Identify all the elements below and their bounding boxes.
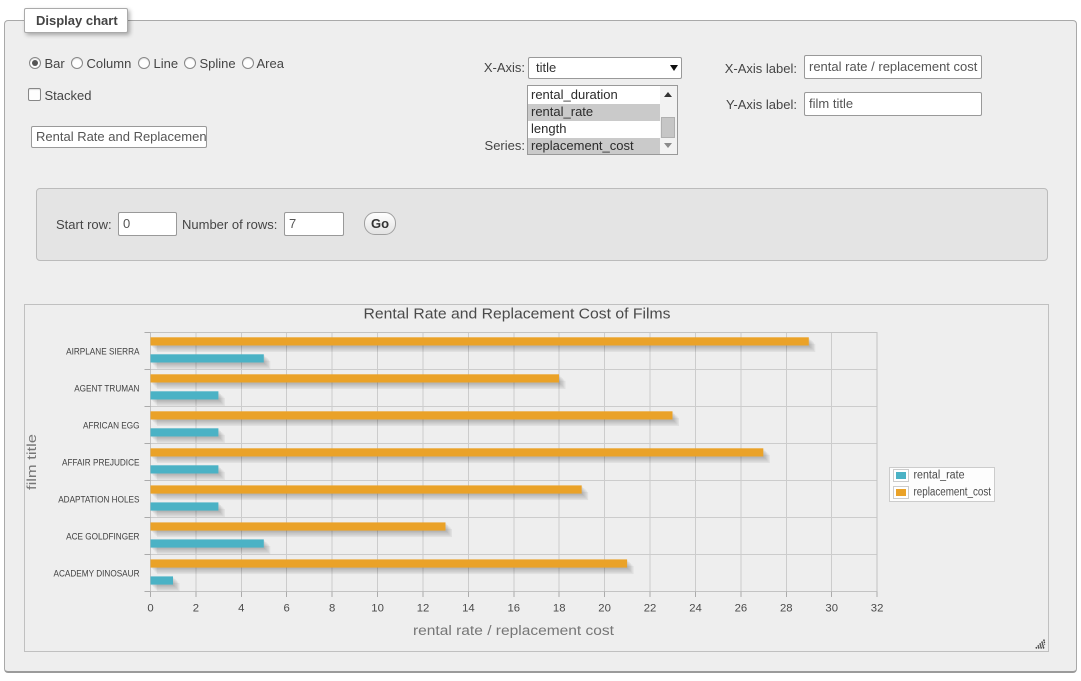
svg-text:AFRICAN EGG: AFRICAN EGG	[83, 420, 140, 431]
svg-text:ACADEMY DINOSAUR: ACADEMY DINOSAUR	[54, 568, 140, 579]
svg-text:rental_rate: rental_rate	[914, 469, 965, 481]
svg-text:18: 18	[553, 602, 566, 614]
svg-text:film title: film title	[25, 434, 39, 490]
svg-text:rental rate / replacement cost: rental rate / replacement cost	[413, 623, 614, 638]
svg-text:ACE GOLDFINGER: ACE GOLDFINGER	[66, 531, 140, 542]
svg-text:ADAPTATION HOLES: ADAPTATION HOLES	[58, 494, 139, 505]
svg-text:30: 30	[825, 602, 838, 614]
svg-text:Rental Rate and Replacement Co: Rental Rate and Replacement Cost of Film…	[364, 307, 671, 323]
svg-text:replacement_cost: replacement_cost	[914, 486, 992, 498]
svg-text:24: 24	[689, 602, 702, 614]
svg-text:16: 16	[508, 602, 521, 614]
svg-text:2: 2	[193, 602, 199, 614]
svg-text:32: 32	[871, 602, 884, 614]
svg-text:0: 0	[147, 602, 153, 614]
svg-text:28: 28	[780, 602, 793, 614]
svg-text:AFFAIR PREJUDICE: AFFAIR PREJUDICE	[62, 457, 140, 468]
svg-text:12: 12	[417, 602, 430, 614]
svg-text:4: 4	[238, 602, 244, 614]
svg-text:AIRPLANE SIERRA: AIRPLANE SIERRA	[66, 346, 140, 357]
svg-text:14: 14	[462, 602, 475, 614]
svg-text:26: 26	[735, 602, 748, 614]
svg-text:20: 20	[598, 602, 611, 614]
svg-text:10: 10	[371, 602, 384, 614]
svg-text:AGENT TRUMAN: AGENT TRUMAN	[74, 383, 139, 394]
svg-text:6: 6	[284, 602, 290, 614]
svg-text:22: 22	[644, 602, 657, 614]
svg-text:8: 8	[329, 602, 335, 614]
